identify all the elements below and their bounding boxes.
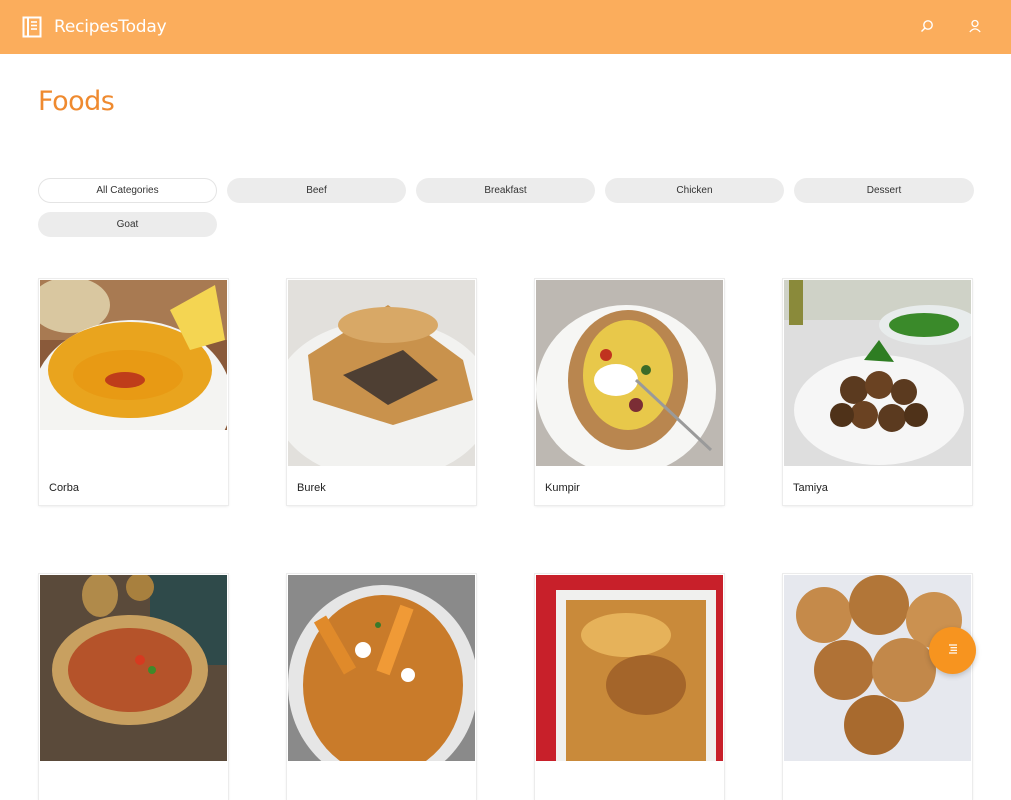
food-image: [40, 575, 227, 761]
brand[interactable]: RecipesToday: [22, 16, 167, 38]
list-icon: [947, 642, 959, 660]
food-card[interactable]: [39, 574, 228, 800]
food-card[interactable]: [783, 574, 972, 800]
food-card[interactable]: Kumpir: [535, 279, 724, 505]
food-image: [536, 280, 723, 466]
food-card[interactable]: [287, 574, 476, 800]
food-card[interactable]: Tamiya: [783, 279, 972, 505]
food-name: Tamiya: [793, 482, 828, 494]
category-chip-goat[interactable]: Goat: [38, 212, 217, 237]
food-image: [288, 280, 475, 466]
food-card[interactable]: [535, 574, 724, 800]
category-chip-beef[interactable]: Beef: [227, 178, 406, 203]
food-image: [536, 575, 723, 761]
category-chip-breakfast[interactable]: Breakfast: [416, 178, 595, 203]
food-image: [40, 280, 227, 466]
user-icon[interactable]: [965, 16, 985, 36]
food-name: Corba: [49, 482, 79, 494]
food-card[interactable]: Burek: [287, 279, 476, 505]
food-image: [288, 575, 475, 761]
food-name: Burek: [297, 482, 326, 494]
food-card[interactable]: Corba: [39, 279, 228, 505]
food-name: Kumpir: [545, 482, 580, 494]
brand-name: RecipesToday: [54, 17, 167, 37]
book-icon: [22, 16, 42, 38]
category-chip-dessert[interactable]: Dessert: [794, 178, 974, 203]
category-chip-chicken[interactable]: Chicken: [605, 178, 784, 203]
food-image: [784, 280, 971, 466]
top-app-bar: RecipesToday: [0, 0, 1011, 54]
search-icon[interactable]: [917, 16, 937, 36]
category-chip-all[interactable]: All Categories: [38, 178, 217, 203]
menu-fab-button[interactable]: [929, 627, 976, 674]
page-title: Foods: [38, 86, 115, 117]
